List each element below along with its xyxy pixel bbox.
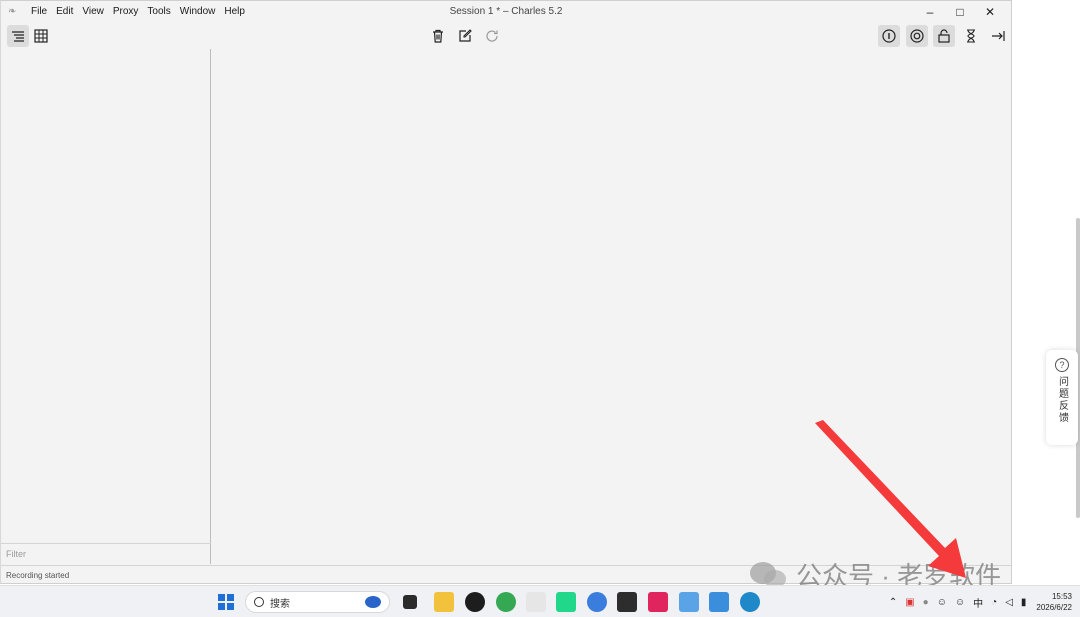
title-bar: ❧ File Edit View Proxy Tools Window Help…: [1, 1, 1011, 23]
info-circle-icon: [882, 29, 896, 43]
terminal-icon[interactable]: [617, 592, 637, 612]
input-language[interactable]: 中: [973, 595, 983, 610]
window-controls: – □ ✕: [915, 3, 1005, 21]
maximize-button[interactable]: □: [945, 3, 975, 21]
sequence-view-button[interactable]: [30, 25, 52, 47]
help-question-icon: ?: [1055, 358, 1069, 372]
search-highlight-icon: [365, 596, 381, 608]
timer-button[interactable]: [960, 25, 982, 47]
repeat-button[interactable]: [481, 25, 503, 47]
chrome-icon[interactable]: [496, 592, 516, 612]
structure-pane[interactable]: Filter: [1, 49, 211, 564]
qq-tray-icon[interactable]: ☺: [937, 597, 947, 608]
table-grid-icon: [34, 29, 48, 43]
trash-icon: [433, 29, 443, 43]
search-placeholder: 搜索: [270, 598, 290, 610]
feedback-label: 问题反馈: [1056, 376, 1068, 424]
clock-date: 2026/6/22: [1036, 603, 1072, 612]
taskbar: 搜索 ⌃ ▣ ● ☺ ☺ 中 ◔ ◁ ▮ 15:53 2026/6/22: [0, 585, 1080, 617]
arrow-to-right-icon: [992, 31, 1005, 41]
breakpoints-button[interactable]: [878, 25, 900, 47]
toolbar: [1, 23, 1011, 49]
record-button[interactable]: [906, 25, 928, 47]
clock-time: 15:53: [1051, 592, 1072, 601]
notepad-icon[interactable]: [679, 592, 699, 612]
hourglass-icon: [967, 29, 975, 43]
task-view-icon[interactable]: [403, 595, 417, 609]
pycharm-icon[interactable]: [556, 592, 576, 612]
vpn-icon[interactable]: ▣: [905, 597, 914, 608]
feedback-widget[interactable]: ? 问题反馈: [1046, 350, 1078, 445]
filter-field[interactable]: Filter: [1, 543, 211, 564]
collapse-button[interactable]: [987, 25, 1009, 47]
minimize-button[interactable]: –: [915, 3, 945, 21]
sync-icon[interactable]: ●: [923, 597, 929, 608]
charles-window: ❧ File Edit View Proxy Tools Window Help…: [0, 0, 1012, 584]
qq-tray-icon-2[interactable]: ☺: [955, 597, 965, 608]
lock-icon: [938, 29, 950, 43]
compose-button[interactable]: [454, 25, 476, 47]
volume-icon[interactable]: ◁: [1005, 597, 1013, 608]
refresh-icon: [486, 30, 498, 42]
photos-icon[interactable]: [709, 592, 729, 612]
tree-list-icon: [12, 31, 24, 42]
edge-icon[interactable]: [740, 592, 760, 612]
window-title: Session 1 * – Charles 5.2: [449, 6, 563, 17]
throttle-button[interactable]: [933, 25, 955, 47]
record-circle-icon: [910, 29, 924, 43]
wifi-icon[interactable]: ◔: [991, 597, 997, 608]
charles-taskbar-icon[interactable]: [526, 592, 546, 612]
structure-view-button[interactable]: [7, 25, 29, 47]
clock[interactable]: 15:53 2026/6/22: [1036, 591, 1072, 613]
qq-icon[interactable]: [465, 592, 485, 612]
battery-icon[interactable]: ▮: [1021, 597, 1027, 608]
search-icon: [254, 597, 264, 607]
clear-session-button[interactable]: [427, 25, 449, 47]
detail-pane: [212, 49, 1012, 564]
app-circle-icon[interactable]: [587, 592, 607, 612]
intellij-icon[interactable]: [648, 592, 668, 612]
start-button[interactable]: [218, 594, 234, 610]
file-explorer-icon[interactable]: [434, 592, 454, 612]
edit-pencil-icon: [459, 29, 472, 42]
system-tray: ⌃ ▣ ● ☺ ☺ 中 ◔ ◁ ▮ 15:53 2026/6/22: [885, 586, 1072, 617]
chevron-up-icon[interactable]: ⌃: [889, 597, 897, 608]
close-button[interactable]: ✕: [975, 3, 1005, 21]
taskbar-search[interactable]: 搜索: [245, 591, 390, 613]
